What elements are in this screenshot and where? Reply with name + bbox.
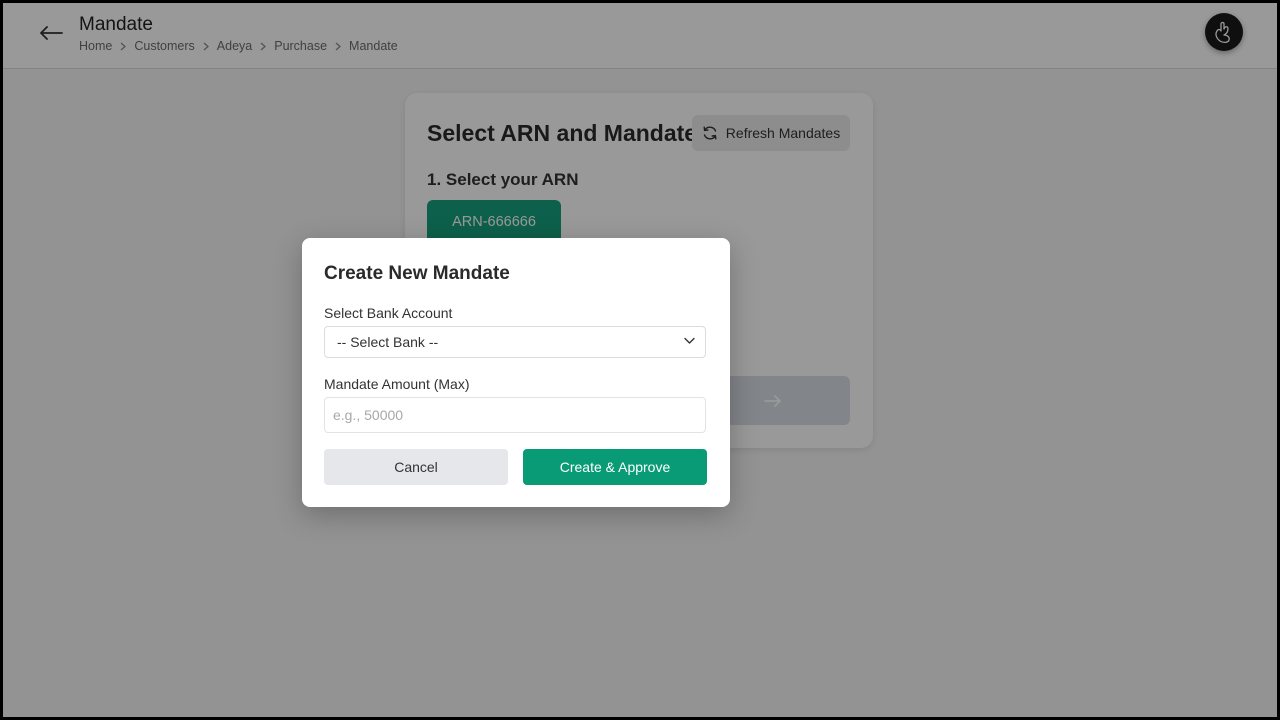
mandate-amount-input[interactable]: [324, 397, 706, 433]
mandate-amount-label: Mandate Amount (Max): [324, 376, 470, 392]
chevron-down-icon: [684, 337, 695, 344]
bank-account-label: Select Bank Account: [324, 305, 453, 321]
bank-account-select[interactable]: -- Select Bank --: [324, 326, 706, 358]
create-approve-button[interactable]: Create & Approve: [523, 449, 707, 485]
modal-title: Create New Mandate: [324, 263, 510, 284]
cancel-button[interactable]: Cancel: [324, 449, 508, 485]
app-frame: Mandate Home Customers Adeya Purchase Ma…: [0, 0, 1280, 720]
bank-account-selected-value: -- Select Bank --: [337, 334, 439, 350]
create-mandate-modal: Create New Mandate Select Bank Account -…: [302, 238, 730, 507]
